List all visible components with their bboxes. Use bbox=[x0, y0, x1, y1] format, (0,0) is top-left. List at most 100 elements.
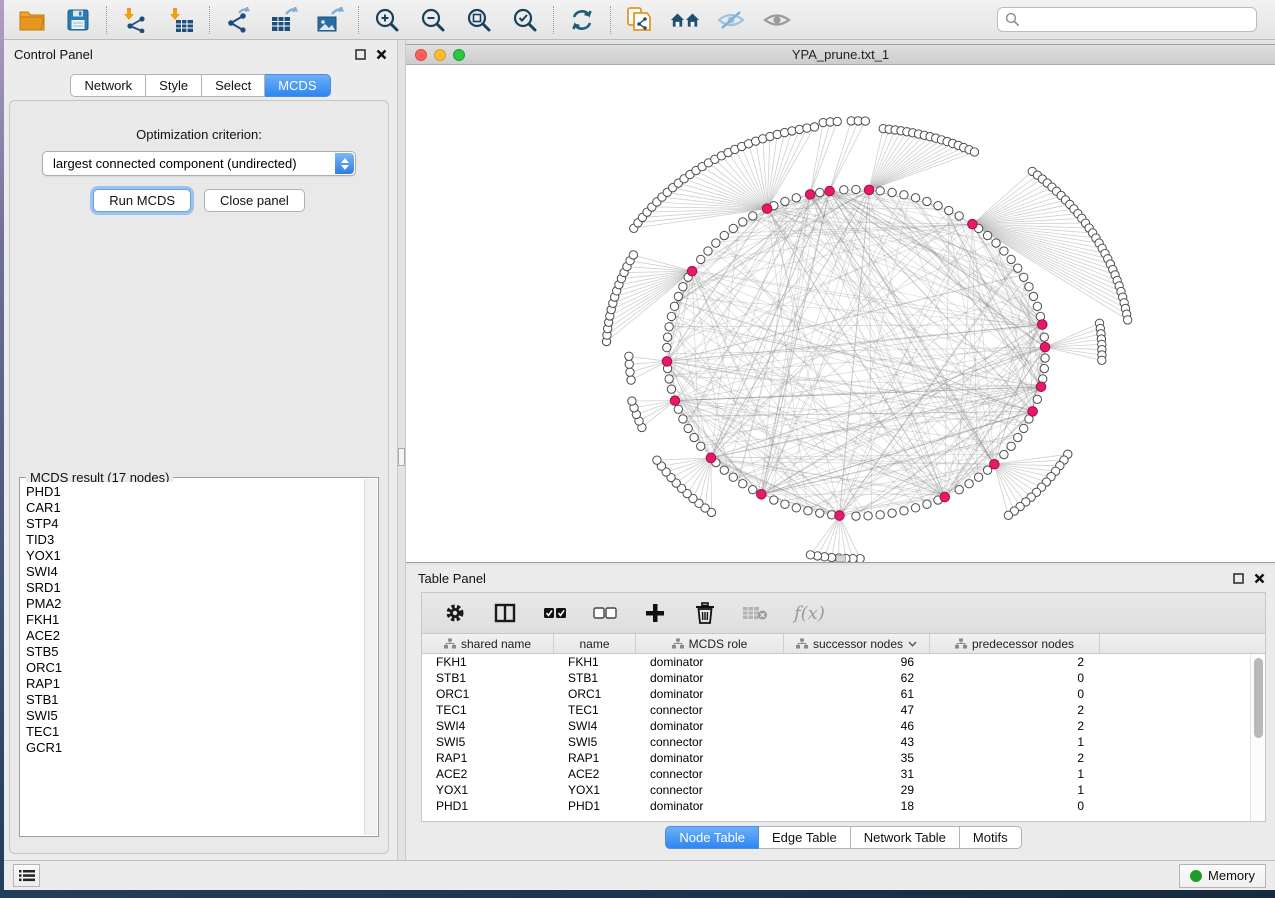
show-all-button[interactable] bbox=[762, 5, 792, 35]
mcds-result-item[interactable]: SWI4 bbox=[26, 564, 364, 580]
mcds-result-item[interactable]: GCR1 bbox=[26, 740, 364, 756]
apply-layout-button[interactable] bbox=[567, 5, 597, 35]
cell-successor_nodes[interactable]: 18 bbox=[784, 799, 930, 813]
cell-predecessor_nodes[interactable]: 1 bbox=[930, 783, 1100, 797]
memory-button[interactable]: Memory bbox=[1179, 864, 1266, 888]
column-header-successor-nodes[interactable]: successor nodes bbox=[784, 634, 930, 653]
cell-shared_name[interactable]: RAP1 bbox=[422, 751, 554, 765]
cell-name[interactable]: SWI5 bbox=[554, 735, 636, 749]
import-network-button[interactable] bbox=[120, 5, 150, 35]
zoom-in-button[interactable] bbox=[372, 5, 402, 35]
cell-name[interactable]: PHD1 bbox=[554, 799, 636, 813]
table-row[interactable]: ORC1ORC1dominator610 bbox=[422, 686, 1265, 702]
mcds-result-list[interactable]: PHD1CAR1STP4TID3YOX1SWI4SRD1PMA2FKH1ACE2… bbox=[21, 482, 364, 835]
first-neighbors-button[interactable] bbox=[670, 5, 700, 35]
cell-successor_nodes[interactable]: 62 bbox=[784, 671, 930, 685]
splitter-grab-handle[interactable] bbox=[398, 448, 405, 466]
cell-shared_name[interactable]: SWI5 bbox=[422, 735, 554, 749]
cell-successor_nodes[interactable]: 29 bbox=[784, 783, 930, 797]
mcds-result-item[interactable]: TEC1 bbox=[26, 724, 364, 740]
mcds-result-item[interactable]: SRD1 bbox=[26, 580, 364, 596]
table-row[interactable]: ACE2ACE2connector311 bbox=[422, 766, 1265, 782]
mcds-result-item[interactable]: YOX1 bbox=[26, 548, 364, 564]
tab-motifs[interactable]: Motifs bbox=[960, 826, 1022, 849]
cell-name[interactable]: YOX1 bbox=[554, 783, 636, 797]
cell-name[interactable]: ACE2 bbox=[554, 767, 636, 781]
mcds-result-item[interactable]: PHD1 bbox=[26, 484, 364, 500]
mcds-list-scrollbar[interactable] bbox=[364, 479, 377, 835]
hide-selected-button[interactable] bbox=[716, 5, 746, 35]
float-panel-icon[interactable] bbox=[355, 49, 366, 60]
delete-table-button[interactable] bbox=[742, 600, 768, 626]
mcds-result-item[interactable]: TID3 bbox=[26, 532, 364, 548]
new-network-from-selection-button[interactable] bbox=[624, 5, 654, 35]
cell-mcds_role[interactable]: connector bbox=[636, 767, 784, 781]
table-row[interactable]: SWI4SWI4dominator462 bbox=[422, 718, 1265, 734]
table-row[interactable]: STB1STB1dominator620 bbox=[422, 670, 1265, 686]
cell-successor_nodes[interactable]: 96 bbox=[784, 655, 930, 669]
cell-shared_name[interactable]: ORC1 bbox=[422, 687, 554, 701]
cell-name[interactable]: STB1 bbox=[554, 671, 636, 685]
cell-shared_name[interactable]: ACE2 bbox=[422, 767, 554, 781]
float-table-panel-icon[interactable] bbox=[1233, 573, 1244, 584]
maximize-window-icon[interactable] bbox=[453, 49, 465, 61]
cell-name[interactable]: SWI4 bbox=[554, 719, 636, 733]
close-panel-button[interactable]: Close panel bbox=[204, 189, 305, 212]
cell-predecessor_nodes[interactable]: 2 bbox=[930, 703, 1100, 717]
mcds-result-item[interactable]: FKH1 bbox=[26, 612, 364, 628]
cell-shared_name[interactable]: SWI4 bbox=[422, 719, 554, 733]
tab-network-table[interactable]: Network Table bbox=[851, 826, 960, 849]
cell-predecessor_nodes[interactable]: 1 bbox=[930, 735, 1100, 749]
cell-predecessor_nodes[interactable]: 1 bbox=[930, 767, 1100, 781]
cell-mcds_role[interactable]: dominator bbox=[636, 655, 784, 669]
cell-predecessor_nodes[interactable]: 2 bbox=[930, 751, 1100, 765]
cell-shared_name[interactable]: YOX1 bbox=[422, 783, 554, 797]
add-column-button[interactable] bbox=[642, 600, 668, 626]
column-header-predecessor-nodes[interactable]: predecessor nodes bbox=[930, 634, 1100, 653]
cell-successor_nodes[interactable]: 35 bbox=[784, 751, 930, 765]
network-splitter-handle[interactable] bbox=[836, 555, 846, 562]
cell-name[interactable]: FKH1 bbox=[554, 655, 636, 669]
cell-mcds_role[interactable]: connector bbox=[636, 735, 784, 749]
close-table-panel-icon[interactable] bbox=[1254, 573, 1265, 584]
mcds-result-item[interactable]: PMA2 bbox=[26, 596, 364, 612]
cell-predecessor_nodes[interactable]: 2 bbox=[930, 655, 1100, 669]
import-table-button[interactable] bbox=[166, 5, 196, 35]
cell-name[interactable]: TEC1 bbox=[554, 703, 636, 717]
cell-shared_name[interactable]: FKH1 bbox=[422, 655, 554, 669]
panel-splitter[interactable] bbox=[397, 40, 406, 860]
delete-column-button[interactable] bbox=[692, 600, 718, 626]
table-settings-button[interactable] bbox=[442, 600, 468, 626]
cell-successor_nodes[interactable]: 31 bbox=[784, 767, 930, 781]
mcds-result-item[interactable]: STB5 bbox=[26, 644, 364, 660]
cell-shared_name[interactable]: TEC1 bbox=[422, 703, 554, 717]
table-row[interactable]: FKH1FKH1dominator962 bbox=[422, 654, 1265, 670]
cell-mcds_role[interactable]: connector bbox=[636, 703, 784, 717]
tab-select[interactable]: Select bbox=[202, 74, 265, 97]
mcds-result-item[interactable]: RAP1 bbox=[26, 676, 364, 692]
column-header-MCDS-role[interactable]: MCDS role bbox=[636, 634, 784, 653]
cell-successor_nodes[interactable]: 47 bbox=[784, 703, 930, 717]
minimize-window-icon[interactable] bbox=[434, 49, 446, 61]
zoom-out-button[interactable] bbox=[418, 5, 448, 35]
tab-edge-table[interactable]: Edge Table bbox=[759, 826, 851, 849]
table-row[interactable]: SWI5SWI5connector431 bbox=[422, 734, 1265, 750]
optimization-criterion-select[interactable]: largest connected component (undirected) bbox=[42, 151, 356, 176]
tab-network[interactable]: Network bbox=[70, 74, 146, 97]
show-columns-button[interactable] bbox=[492, 600, 518, 626]
tab-mcds[interactable]: MCDS bbox=[265, 74, 330, 97]
network-window-titlebar[interactable]: YPA_prune.txt_1 bbox=[406, 45, 1275, 65]
cell-mcds_role[interactable]: dominator bbox=[636, 687, 784, 701]
column-header-name[interactable]: name bbox=[554, 634, 636, 653]
table-vertical-scrollbar[interactable] bbox=[1250, 654, 1265, 821]
deselect-all-rows-button[interactable] bbox=[592, 600, 618, 626]
run-mcds-button[interactable]: Run MCDS bbox=[93, 189, 191, 212]
close-panel-icon[interactable] bbox=[376, 49, 387, 60]
export-network-button[interactable] bbox=[223, 5, 253, 35]
mcds-result-item[interactable]: SWI5 bbox=[26, 708, 364, 724]
cell-successor_nodes[interactable]: 43 bbox=[784, 735, 930, 749]
save-button[interactable] bbox=[63, 5, 93, 35]
cell-mcds_role[interactable]: dominator bbox=[636, 799, 784, 813]
open-button[interactable] bbox=[17, 5, 47, 35]
mcds-result-item[interactable]: ORC1 bbox=[26, 660, 364, 676]
